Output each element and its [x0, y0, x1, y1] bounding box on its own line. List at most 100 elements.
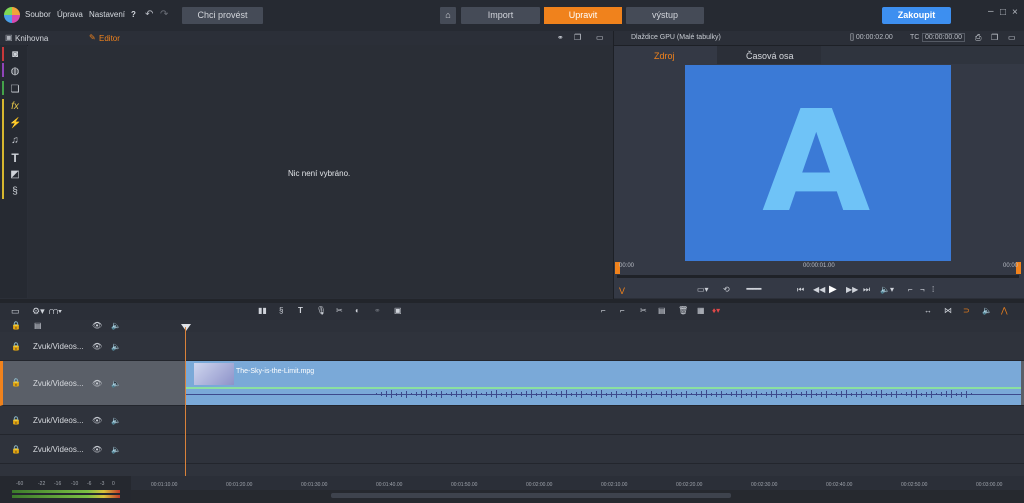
undo-icon[interactable]: ↶ [145, 9, 153, 20]
volume-icon[interactable]: 🔈▾ [880, 285, 894, 294]
scrollbar-thumb[interactable] [331, 493, 731, 498]
layers-icon[interactable]: ❏ [9, 84, 21, 95]
storyboard-icon[interactable]: ▦ [697, 306, 705, 315]
mark-in-icon[interactable]: ⌐ [908, 285, 913, 294]
audio-mixer-icon[interactable]: ▮▮ [258, 306, 267, 315]
track-options-icon[interactable]: ⩋▾ [49, 306, 62, 317]
split-icon[interactable]: ✂ [336, 306, 343, 315]
speaker-icon[interactable]: 🔈 [111, 379, 121, 388]
copy-icon[interactable]: ❐ [574, 33, 581, 42]
video-clip[interactable]: The-Sky-is-the-Limit.mpg [186, 361, 1021, 405]
playhead-handle[interactable] [181, 324, 191, 331]
redo-icon[interactable]: ↷ [160, 9, 168, 20]
track-label[interactable]: Zvuk/Videos... [33, 379, 84, 388]
timeline-scrollbar[interactable] [131, 490, 1024, 503]
eye-icon[interactable]: 👁 [92, 445, 102, 454]
tab-editor[interactable]: Editor [99, 34, 120, 43]
volume-indicator[interactable]: V [619, 286, 625, 296]
tab-timeline[interactable]: Časová osa [746, 51, 794, 61]
timecode-field[interactable]: 00:00:00.00 [922, 33, 965, 42]
eye-icon[interactable]: 👁 [92, 379, 102, 388]
audio-all-icon[interactable]: 🔈 [111, 321, 121, 330]
image-tool-icon[interactable]: ▣ [394, 306, 402, 315]
gpu-label[interactable]: Dlaždice GPU (Malé tabulky) [631, 34, 721, 41]
timeline-layout-icon[interactable]: ▭ [11, 306, 20, 317]
track-label[interactable]: Zvuk/Videos... [33, 445, 84, 454]
menu-edit[interactable]: Úprava [57, 10, 83, 19]
transition-icon[interactable]: ⚡ [9, 118, 21, 129]
playhead-line[interactable] [185, 327, 186, 489]
menu-settings[interactable]: Nastavení [89, 10, 125, 19]
color-tool-icon[interactable]: ◐ [355, 306, 360, 315]
lock-icon[interactable]: 🔒 [11, 342, 21, 351]
go-start-icon[interactable]: ⏮ [797, 285, 804, 295]
tab-library[interactable]: Knihovna [15, 34, 48, 43]
motion-icon[interactable]: § [9, 186, 21, 197]
loop-icon[interactable]: ⟲ [723, 285, 730, 294]
fit-icon[interactable]: ↔ [924, 306, 932, 315]
track-header-4[interactable]: 🔒 Zvuk/Videos... 👁 🔈 [0, 435, 131, 464]
tab-edit[interactable]: Upravit [544, 7, 622, 24]
tab-export[interactable]: výstup [626, 7, 704, 24]
mark-out-icon[interactable]: ¬ [920, 285, 925, 294]
timeline-ruler[interactable]: 00:01:10.00 00:01:20.00 00:01:30.00 00:0… [131, 476, 1024, 490]
audio-scrub-icon[interactable]: 🔈 [982, 306, 992, 315]
play-icon[interactable]: ▶ [829, 284, 837, 295]
snapshot-icon[interactable]: ⎙ [975, 33, 981, 43]
clear-marks-icon[interactable]: ⁞ [932, 285, 934, 294]
music-icon[interactable]: ♫ [9, 135, 21, 146]
track-area-empty[interactable] [131, 464, 1024, 476]
help-icon[interactable]: ? [131, 10, 136, 19]
aspect-icon[interactable]: ▭▾ [697, 285, 709, 294]
motion-tool-icon[interactable]: § [279, 306, 283, 315]
speaker-icon[interactable]: 🔈 [111, 445, 121, 454]
marker-red-icon[interactable]: ♦▾ [712, 306, 720, 315]
media-icon[interactable]: ◙ [9, 49, 21, 60]
mic-icon[interactable]: 🎙 [316, 306, 326, 315]
track-label[interactable]: Zvuk/Videos... [33, 416, 84, 425]
lock-icon[interactable]: 🔒 [11, 378, 21, 387]
eye-icon[interactable]: 👁 [92, 416, 102, 425]
step-forward-icon[interactable]: ▶▶ [846, 285, 858, 294]
color-icon[interactable]: ◍ [9, 66, 21, 77]
buy-button[interactable]: Zakoupit [882, 7, 951, 24]
track-area-4[interactable] [131, 435, 1024, 464]
track-header-2[interactable]: 🔒 Zvuk/Videos... 👁 🔈 [0, 361, 134, 406]
title-icon[interactable]: T [9, 151, 21, 165]
speaker-icon[interactable]: 🔈 [111, 342, 121, 351]
lock-icon[interactable]: 🔒 [11, 445, 21, 454]
lock-all-icon[interactable]: 🔒 [11, 321, 21, 330]
jog-bar[interactable]: ▪▪▪▪▪▪▪▪▪▪ [746, 286, 762, 293]
tab-source[interactable]: Zdroj [654, 51, 675, 61]
step-back-icon[interactable]: ◀◀ [813, 285, 825, 294]
lock-icon[interactable]: 🔒 [11, 416, 21, 425]
scrub-bar[interactable] [617, 275, 1019, 278]
maximize-icon[interactable]: □ [1000, 7, 1006, 18]
track-area-3[interactable] [131, 406, 1024, 435]
home-icon[interactable]: ⌂ [440, 7, 456, 24]
fullscreen-icon[interactable]: ▭ [1008, 33, 1016, 42]
effects-icon[interactable]: fx [9, 101, 21, 112]
film-icon[interactable]: ▤ [658, 306, 666, 315]
razor-icon[interactable]: ✂ [640, 306, 647, 315]
magnet-icon[interactable]: ⊃ [963, 306, 970, 315]
trim-icon[interactable]: ⌐ [620, 306, 625, 315]
eye-icon[interactable]: 👁 [92, 342, 102, 351]
panel-layout-icon[interactable]: ▭ [596, 33, 604, 42]
close-icon[interactable]: × [1012, 7, 1018, 18]
speaker-icon[interactable]: 🔈 [111, 416, 121, 425]
track-header-1[interactable]: 🔒 Zvuk/Videos... 👁 🔈 [0, 332, 131, 361]
link-tool-icon[interactable]: ⚭ [374, 306, 381, 315]
want-button[interactable]: Chci provést [182, 7, 263, 24]
visibility-all-icon[interactable]: 👁 [92, 321, 102, 330]
menu-file[interactable]: Soubor [25, 10, 51, 19]
go-end-icon[interactable]: ⏭ [863, 285, 870, 295]
sticker-icon[interactable]: ◩ [9, 169, 21, 180]
link-icon[interactable]: ⚭ [557, 33, 564, 42]
snap-icon[interactable]: ⋈ [944, 306, 952, 315]
waveform-icon[interactable]: ⋀ [1001, 306, 1008, 315]
delete-icon[interactable]: 🗑 [678, 306, 688, 315]
track-area-1[interactable] [131, 332, 1024, 361]
settings-icon[interactable]: ⚙▾ [32, 306, 45, 317]
minimize-icon[interactable]: – [988, 6, 994, 17]
